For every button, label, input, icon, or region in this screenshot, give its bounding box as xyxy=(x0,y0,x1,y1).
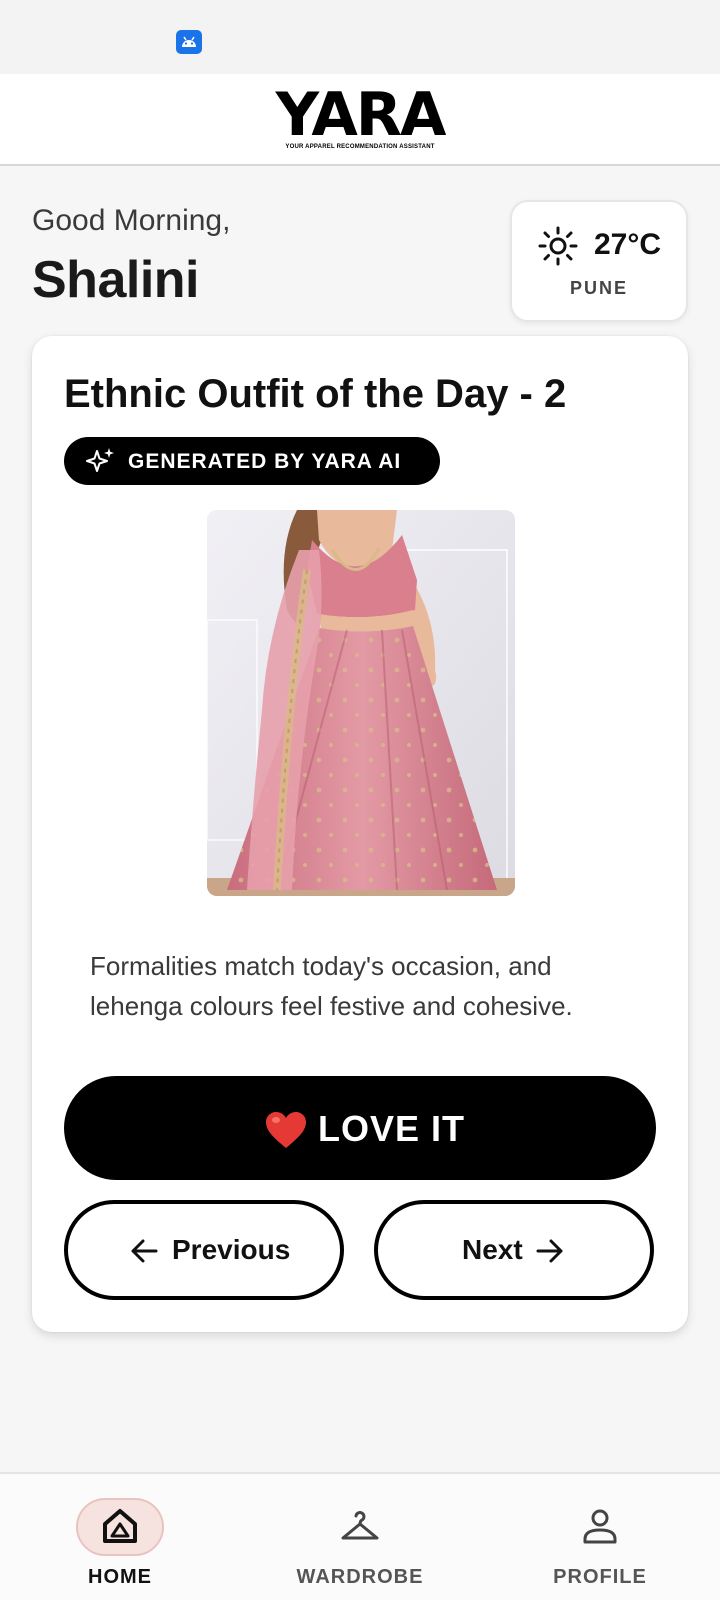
next-button[interactable]: Next xyxy=(374,1200,654,1300)
nav-item-wardrobe[interactable]: WARDROBE xyxy=(240,1474,480,1600)
hanger-icon xyxy=(341,1511,379,1540)
love-it-button[interactable]: LOVE IT xyxy=(64,1076,656,1180)
ai-badge-label: GENERATED BY YARA AI xyxy=(128,450,402,473)
android-notification-icon xyxy=(176,30,202,54)
love-it-label: LOVE IT xyxy=(318,1108,466,1149)
arrow-left-icon xyxy=(131,1239,158,1263)
yara-logo: YARA YOUR APPAREL RECOMMENDATION ASSISTA… xyxy=(268,84,452,156)
heart-icon xyxy=(266,1112,306,1148)
weather-card: 27°C PUNE xyxy=(510,200,688,322)
nav-item-profile[interactable]: PROFILE xyxy=(480,1474,720,1600)
person-icon xyxy=(583,1509,617,1544)
previous-button[interactable]: Previous xyxy=(64,1200,344,1300)
logo-wordmark: YARA xyxy=(275,80,447,150)
bottom-navigation: HOME WARDROBE PROFILE xyxy=(0,1472,720,1600)
logo-tagline: YOUR APPAREL RECOMMENDATION ASSISTANT xyxy=(285,144,435,150)
sun-icon xyxy=(538,226,578,266)
nav-label-home: HOME xyxy=(88,1566,152,1588)
ai-generated-badge: GENERATED BY YARA AI xyxy=(64,437,440,485)
app-header: YARA YOUR APPAREL RECOMMENDATION ASSISTA… xyxy=(0,74,720,166)
greeting-salutation: Good Morning, xyxy=(32,204,231,237)
outfit-image xyxy=(207,510,515,896)
nav-label-profile: PROFILE xyxy=(553,1566,647,1588)
arrow-right-icon xyxy=(536,1239,563,1263)
nav-item-home[interactable]: HOME xyxy=(0,1474,240,1600)
next-label: Next xyxy=(462,1234,523,1265)
user-name: Shalini xyxy=(32,251,199,309)
home-icon xyxy=(103,1509,137,1543)
outfit-card: Ethnic Outfit of the Day - 2 GENERATED B… xyxy=(32,336,688,1332)
status-bar xyxy=(0,0,720,74)
weather-temperature: 27°C xyxy=(594,228,662,261)
sparkle-icon xyxy=(86,448,114,472)
weather-city: PUNE xyxy=(569,278,628,298)
nav-label-wardrobe: WARDROBE xyxy=(296,1566,424,1588)
outfit-description: Formalities match today's occasion, and … xyxy=(90,951,573,1021)
previous-label: Previous xyxy=(172,1234,291,1265)
outfit-title: Ethnic Outfit of the Day - 2 xyxy=(64,372,567,416)
